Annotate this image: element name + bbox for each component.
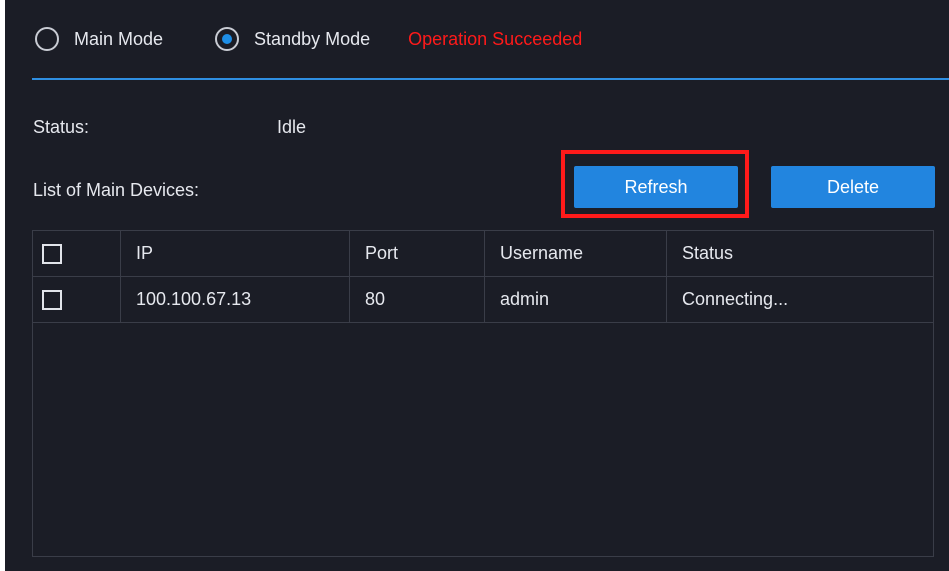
standby-mode-radio[interactable]: [215, 27, 240, 51]
row-checkbox-cell: [33, 277, 121, 322]
mode-selector: Main Mode Standby Mode Operation Succeed…: [35, 22, 582, 56]
status-label: Status:: [33, 117, 90, 137]
main-mode-radio[interactable]: [35, 27, 59, 51]
header-divider: [32, 78, 949, 80]
main-devices-label: List of Main Devices:: [33, 180, 200, 200]
main-devices-table: IP Port Username Status 100.100.67.13 80…: [32, 230, 934, 557]
select-all-cell: [33, 231, 121, 276]
operation-message: Operation Succeeded: [408, 28, 583, 49]
main-mode-option[interactable]: Main Mode: [35, 27, 163, 51]
table-row[interactable]: 100.100.67.13 80 admin Connecting...: [33, 277, 933, 323]
table-header-row: IP Port Username Status: [33, 231, 933, 277]
delete-button[interactable]: Delete: [771, 166, 935, 208]
row-username: admin: [485, 277, 667, 322]
row-port: 80: [350, 277, 485, 322]
column-header-port[interactable]: Port: [350, 231, 485, 276]
column-header-status[interactable]: Status: [667, 231, 933, 276]
standby-mode-option[interactable]: Standby Mode: [215, 27, 370, 51]
select-all-checkbox[interactable]: [42, 243, 62, 264]
main-mode-label: Main Mode: [74, 28, 164, 49]
row-status: Connecting...: [682, 289, 789, 309]
row-checkbox[interactable]: [42, 289, 62, 310]
row-ip: 100.100.67.13: [121, 277, 350, 322]
refresh-button[interactable]: Refresh: [574, 166, 738, 208]
standby-settings-panel: Main Mode Standby Mode Operation Succeed…: [5, 0, 949, 571]
column-header-ip[interactable]: IP: [121, 231, 350, 276]
status-value: Idle: [277, 117, 307, 137]
standby-mode-label: Standby Mode: [254, 28, 371, 49]
column-header-username[interactable]: Username: [485, 231, 667, 276]
